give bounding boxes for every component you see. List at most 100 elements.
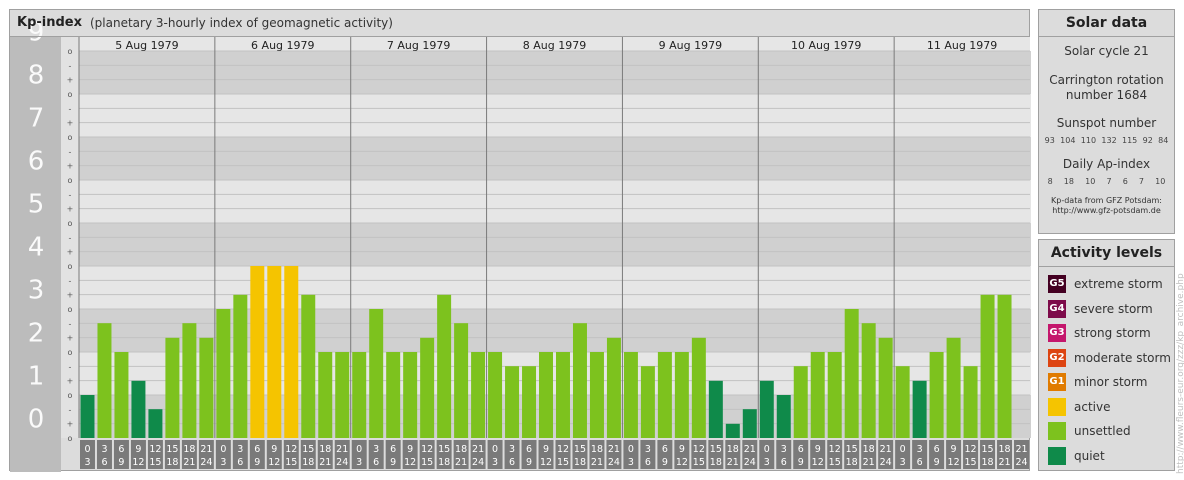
sunspot-value: 92 xyxy=(1142,136,1153,145)
kp-bar xyxy=(623,352,638,438)
hour-label-end: 9 xyxy=(934,457,940,468)
minor-tick-label: o xyxy=(68,176,73,185)
hour-label-end: 12 xyxy=(948,457,960,468)
minor-tick-label: o xyxy=(68,391,73,400)
ap-value: 7 xyxy=(1138,177,1145,186)
kp-bar xyxy=(708,380,723,438)
legend-item: G4 severe storm xyxy=(1048,299,1153,319)
kp-bar xyxy=(572,323,587,438)
kp-bar xyxy=(182,323,197,438)
hour-label-end: 9 xyxy=(118,457,124,468)
minor-tick-label: + xyxy=(67,420,74,429)
hour-label-end: 18 xyxy=(846,457,858,468)
minor-tick-label: + xyxy=(67,334,74,343)
hour-label-start: 6 xyxy=(934,444,940,455)
hour-label-start: 9 xyxy=(815,444,821,455)
legend-swatch: G2 xyxy=(1048,348,1066,367)
chart-title: Kp-index xyxy=(17,15,82,30)
legend-label: unsettled xyxy=(1074,424,1131,438)
minor-tick-label: + xyxy=(67,162,74,171)
hour-label-end: 15 xyxy=(285,457,297,468)
kp-bar xyxy=(963,366,978,438)
legend-swatch xyxy=(1048,446,1066,465)
legend-item: quiet xyxy=(1048,446,1105,466)
kp-bar xyxy=(471,352,486,438)
kp-bar xyxy=(640,366,655,438)
hour-label-end: 9 xyxy=(254,457,260,468)
hour-label-start: 3 xyxy=(917,444,923,455)
hour-label-end: 24 xyxy=(880,457,892,468)
legend-item: G3 strong storm xyxy=(1048,323,1151,343)
kp-bar xyxy=(301,294,316,438)
kp-bar xyxy=(131,380,146,438)
hour-label-start: 3 xyxy=(237,444,243,455)
y-tick-label: 7 xyxy=(28,104,45,134)
minor-tick-label: + xyxy=(67,119,74,128)
legend-swatch: G3 xyxy=(1048,324,1066,342)
carrington-line2: number 1684 xyxy=(1065,88,1148,102)
hour-label-start: 12 xyxy=(285,444,297,455)
hour-label-start: 6 xyxy=(798,444,804,455)
legend-swatch xyxy=(1048,397,1066,416)
hour-label-end: 9 xyxy=(526,457,532,468)
hour-label-start: 12 xyxy=(149,444,161,455)
hour-label-end: 3 xyxy=(220,457,226,468)
hour-label-end: 18 xyxy=(710,457,722,468)
kp-bar xyxy=(776,395,791,438)
hour-label-end: 15 xyxy=(557,457,569,468)
legend-swatch xyxy=(1048,422,1066,440)
legend-swatch: G4 xyxy=(1048,299,1066,318)
hour-label-end: 24 xyxy=(472,457,484,468)
y-tick-label: 6 xyxy=(28,147,45,177)
sunspot-value: 104 xyxy=(1060,136,1076,145)
legend-swatch: G5 xyxy=(1048,275,1066,293)
kp-band xyxy=(10,51,1031,94)
hour-label-start: 0 xyxy=(220,444,226,455)
hour-label-end: 24 xyxy=(336,457,348,468)
hour-label-start: 12 xyxy=(965,444,977,455)
sunspot-value: 84 xyxy=(1158,136,1169,145)
kp-bar xyxy=(454,323,469,438)
ap-value: 7 xyxy=(1106,177,1112,186)
source-line1: Kp-data from GFZ Potsdam: xyxy=(1051,196,1162,205)
kp-band xyxy=(10,266,1031,309)
kp-bar xyxy=(827,352,842,438)
legend-label: quiet xyxy=(1074,448,1105,463)
hour-label-start: 12 xyxy=(557,444,569,455)
hour-label-end: 3 xyxy=(84,457,90,468)
source-link[interactable]: http://www.gfz-potsdam.de xyxy=(1039,206,1174,216)
day-label: 8 Aug 1979 xyxy=(523,39,586,52)
minor-tick-label: o xyxy=(68,133,73,142)
hour-label-start: 6 xyxy=(118,444,124,455)
ap-value: 6 xyxy=(1122,177,1128,186)
hour-label-start: 21 xyxy=(472,444,484,455)
hour-label-end: 12 xyxy=(812,457,824,468)
minor-tick-label: - xyxy=(69,61,72,70)
hour-label-end: 12 xyxy=(540,457,552,468)
ap-title: Daily Ap-index xyxy=(1062,157,1151,171)
minor-tick-label: - xyxy=(69,233,72,242)
hour-label-start: 12 xyxy=(829,444,841,455)
hour-label-start: 6 xyxy=(526,444,532,455)
hour-label-end: 21 xyxy=(319,457,331,468)
kp-bar xyxy=(437,294,452,438)
solar-data-panel: Solar data Solar cycle 21 Carrington rot… xyxy=(1038,9,1175,234)
kp-bar xyxy=(522,366,537,438)
legend-item: active xyxy=(1048,397,1110,417)
hour-label-end: 3 xyxy=(356,457,362,468)
minor-tick-label: + xyxy=(67,205,74,214)
hour-label-end: 3 xyxy=(628,457,634,468)
hour-label-end: 15 xyxy=(965,457,977,468)
kp-bar xyxy=(199,337,214,438)
hour-label-end: 18 xyxy=(574,457,586,468)
legend-label: minor storm xyxy=(1074,375,1148,389)
hour-label-start: 15 xyxy=(166,444,178,455)
hour-label-end: 21 xyxy=(863,457,875,468)
minor-tick-label: - xyxy=(69,190,72,199)
hour-label-start: 15 xyxy=(710,444,722,455)
hour-label-start: 21 xyxy=(744,444,756,455)
hour-label-end: 3 xyxy=(900,457,906,468)
hour-label-end: 3 xyxy=(764,457,770,468)
minor-tick-label: o xyxy=(68,434,73,443)
hour-label-end: 6 xyxy=(917,457,923,468)
